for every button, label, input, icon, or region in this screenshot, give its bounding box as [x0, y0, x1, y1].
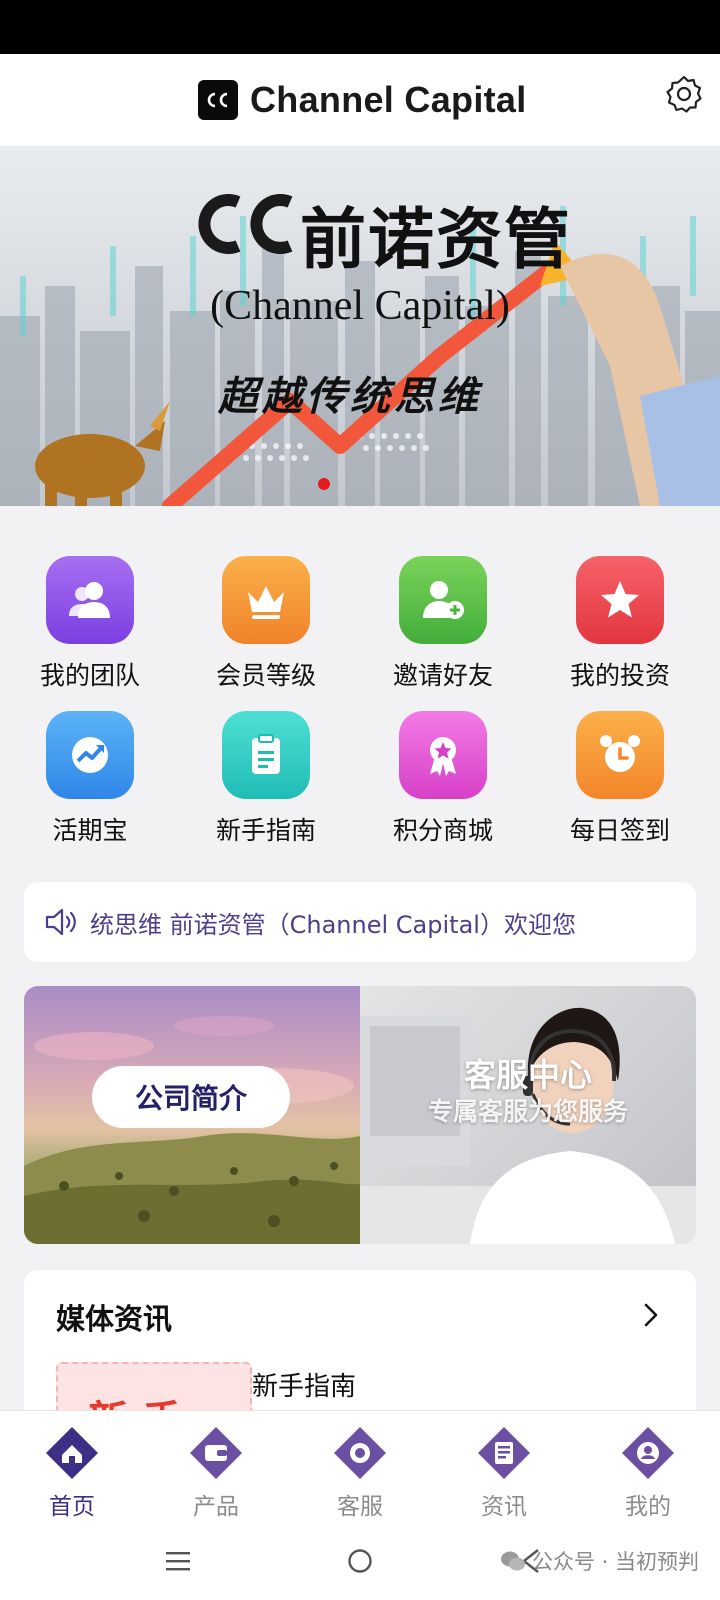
- menu-item-points-mall[interactable]: 积分商城: [353, 695, 533, 845]
- watermark-text: 公众号 · 当初预判: [532, 1550, 700, 1574]
- menu-label: 每日签到: [569, 816, 670, 845]
- app-header: Channel Capital: [0, 54, 720, 146]
- tab-home[interactable]: 首页: [0, 1411, 144, 1521]
- cc-banner-logo: [198, 194, 293, 254]
- tab-products[interactable]: 产品: [144, 1411, 288, 1521]
- news-icon: [478, 1427, 530, 1479]
- menu-item-team[interactable]: 我的团队: [0, 540, 180, 690]
- tab-label: 我的: [625, 1494, 671, 1520]
- settings-button[interactable]: [662, 72, 706, 116]
- menu-label: 新手指南: [215, 816, 316, 845]
- speaker-icon: [45, 908, 76, 936]
- status-bar: [0, 0, 720, 54]
- banner-title-cn: 前诺资管: [300, 200, 572, 278]
- tab-label: 资讯: [481, 1494, 527, 1520]
- company-intro-card[interactable]: 公司简介: [24, 986, 360, 1244]
- growth-icon: [46, 711, 134, 799]
- menu-label: 邀请好友: [392, 661, 493, 690]
- promo-cards: 公司简介 客服中心 专属客服为您服务: [24, 986, 696, 1244]
- menu-item-invite[interactable]: 邀请好友: [353, 540, 533, 690]
- wechat-icon: [501, 1551, 525, 1571]
- announcement-bar[interactable]: 统思维 前诺资管（Channel Capital）欢迎您: [24, 882, 696, 962]
- menu-item-daily-checkin[interactable]: 每日签到: [530, 695, 710, 845]
- alarm-clock-icon: [576, 711, 664, 799]
- team-icon: [46, 556, 134, 644]
- crown-icon: [222, 556, 310, 644]
- promo-banner[interactable]: 前诺资管 (Channel Capital) 超越传统思维: [0, 146, 720, 506]
- chevron-right-icon[interactable]: [636, 1300, 666, 1330]
- announcement-text: 统思维 前诺资管（Channel Capital）欢迎您: [90, 910, 576, 939]
- star-icon: [576, 556, 664, 644]
- customer-service-card[interactable]: 客服中心 专属客服为您服务: [360, 986, 696, 1244]
- banner-slogan: 超越传统思维: [218, 373, 482, 420]
- menu-item-flexible-savings[interactable]: 活期宝: [0, 695, 180, 845]
- home-icon: [46, 1427, 98, 1479]
- menu-label: 会员等级: [215, 661, 316, 690]
- menu-label: 我的投资: [569, 661, 670, 690]
- tab-label: 产品: [193, 1494, 239, 1520]
- app-title: Channel Capital: [250, 79, 527, 120]
- menu-label: 我的团队: [39, 661, 140, 690]
- home-circle-icon[interactable]: [345, 1546, 375, 1576]
- tab-service[interactable]: 客服: [288, 1411, 432, 1521]
- tab-profile[interactable]: 我的: [576, 1411, 720, 1521]
- carousel-indicator[interactable]: [318, 478, 330, 490]
- tab-label: 首页: [49, 1494, 95, 1520]
- gear-icon: [666, 75, 702, 113]
- brand: Channel Capital: [198, 78, 527, 122]
- menu-item-investment[interactable]: 我的投资: [530, 540, 710, 690]
- headset-icon: [334, 1427, 386, 1479]
- section-title: 媒体资讯: [56, 1302, 173, 1336]
- menu-item-membership[interactable]: 会员等级: [176, 540, 356, 690]
- watermark: 公众号 · 当初预判: [500, 1546, 699, 1576]
- clipboard-icon: [222, 711, 310, 799]
- add-user-icon: [399, 556, 487, 644]
- media-news-section: 媒体资讯 新手 新手指南: [24, 1270, 696, 1420]
- wallet-icon: [190, 1427, 242, 1479]
- tab-label: 客服: [337, 1494, 383, 1520]
- banner-title-en: (Channel Capital): [210, 283, 510, 329]
- badge-icon: [399, 711, 487, 799]
- profile-icon: [622, 1427, 674, 1479]
- customer-service-subtitle: 专属客服为您服务: [427, 1097, 628, 1126]
- menu-label: 活期宝: [52, 816, 128, 845]
- news-item-title[interactable]: 新手指南: [252, 1366, 356, 1403]
- menu-lines-icon[interactable]: [164, 1548, 194, 1574]
- company-intro-button[interactable]: 公司简介: [92, 1066, 290, 1128]
- bottom-tab-bar: 首页 产品 客服 资讯 我的: [0, 1410, 720, 1520]
- menu-item-guide[interactable]: 新手指南: [176, 695, 356, 845]
- cc-logo-icon: [198, 80, 238, 120]
- tab-news[interactable]: 资讯: [432, 1411, 576, 1521]
- customer-service-title: 客服中心: [463, 1056, 592, 1094]
- menu-label: 积分商城: [392, 816, 493, 845]
